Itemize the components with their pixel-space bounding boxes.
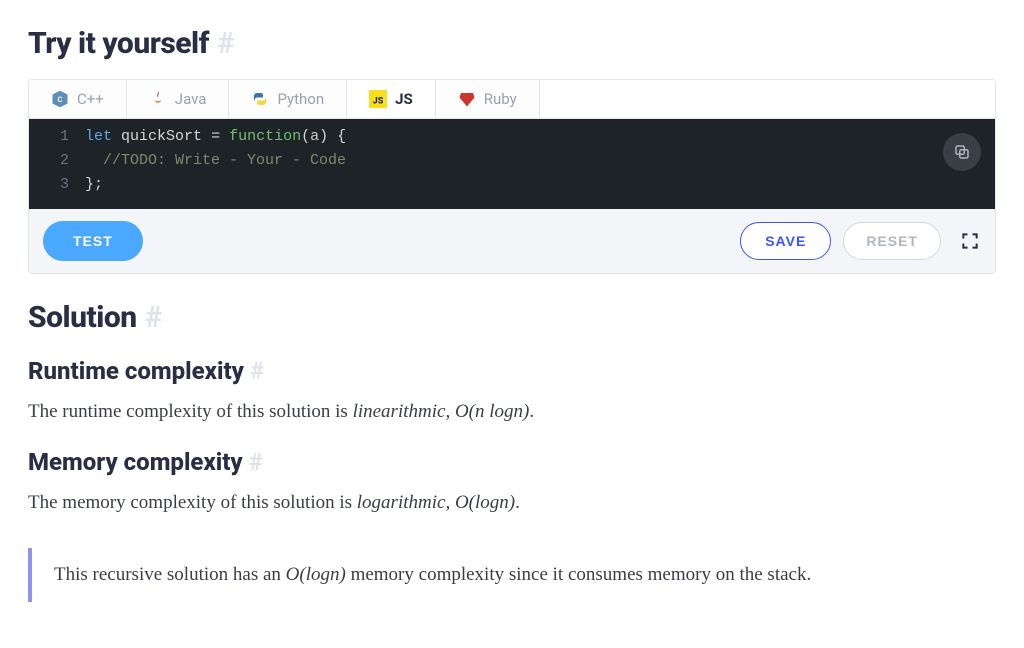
language-tabs: C C++ Java Python JS JS Ruby [29,80,995,119]
line-number: 3 [29,173,85,197]
heading-text: Memory complexity [28,448,243,476]
code-line: 2 //TODO: Write - Your - Code [29,149,995,173]
fullscreen-button[interactable] [959,230,981,252]
code-editor-panel: C C++ Java Python JS JS Ruby [28,79,996,274]
save-button[interactable]: SAVE [740,222,831,260]
tab-ruby[interactable]: Ruby [436,80,540,118]
heading-text: Runtime complexity [28,357,244,385]
math-o-n-log-n: O(n logn) [450,401,529,422]
code-line: 1 let quickSort = function(a) { [29,125,995,149]
tab-java[interactable]: Java [127,80,230,118]
anchor-hash-icon[interactable]: # [217,26,234,61]
copy-code-button[interactable] [943,133,981,171]
tab-label: C++ [77,90,104,108]
js-icon: JS [369,90,387,108]
ruby-icon [458,90,476,108]
line-number: 1 [29,125,85,149]
editor-toolbar: TEST SAVE RESET [29,209,995,273]
code-text: let quickSort = function(a) { [85,125,346,149]
cpp-icon: C [51,90,69,108]
tab-label: Ruby [484,90,517,108]
callout-text: This recursive solution has an O(logn) m… [54,564,974,586]
math-o-log-n: O(logn) [286,564,346,585]
math-o-log-n: O(logn) [450,492,515,513]
code-editor[interactable]: 1 let quickSort = function(a) { 2 //TODO… [29,119,995,209]
memory-paragraph: The memory complexity of this solution i… [28,488,996,517]
anchor-hash-icon[interactable]: # [250,357,264,385]
python-icon [251,90,269,108]
tab-label: Java [175,90,207,108]
svg-text:JS: JS [373,97,384,107]
tab-js[interactable]: JS JS [347,80,436,118]
code-text: }; [85,173,103,197]
heading-runtime: Runtime complexity # [28,357,996,385]
svg-text:C: C [58,95,63,104]
test-button[interactable]: TEST [43,221,143,261]
tab-cpp[interactable]: C C++ [29,80,127,118]
anchor-hash-icon[interactable]: # [249,448,263,476]
heading-try-it-yourself: Try it yourself # [28,26,996,61]
tab-python[interactable]: Python [229,80,347,118]
heading-text: Try it yourself [28,26,209,61]
line-number: 2 [29,149,85,173]
tab-label: JS [395,90,413,108]
note-callout: This recursive solution has an O(logn) m… [28,548,996,602]
anchor-hash-icon[interactable]: # [145,300,162,335]
runtime-paragraph: The runtime complexity of this solution … [28,397,996,426]
tab-label: Python [277,90,324,108]
reset-button[interactable]: RESET [843,222,941,260]
heading-text: Solution [28,300,137,335]
code-text: //TODO: Write - Your - Code [85,149,346,173]
heading-memory: Memory complexity # [28,448,996,476]
heading-solution: Solution # [28,300,996,335]
code-line: 3 }; [29,173,995,197]
java-icon [149,90,167,108]
